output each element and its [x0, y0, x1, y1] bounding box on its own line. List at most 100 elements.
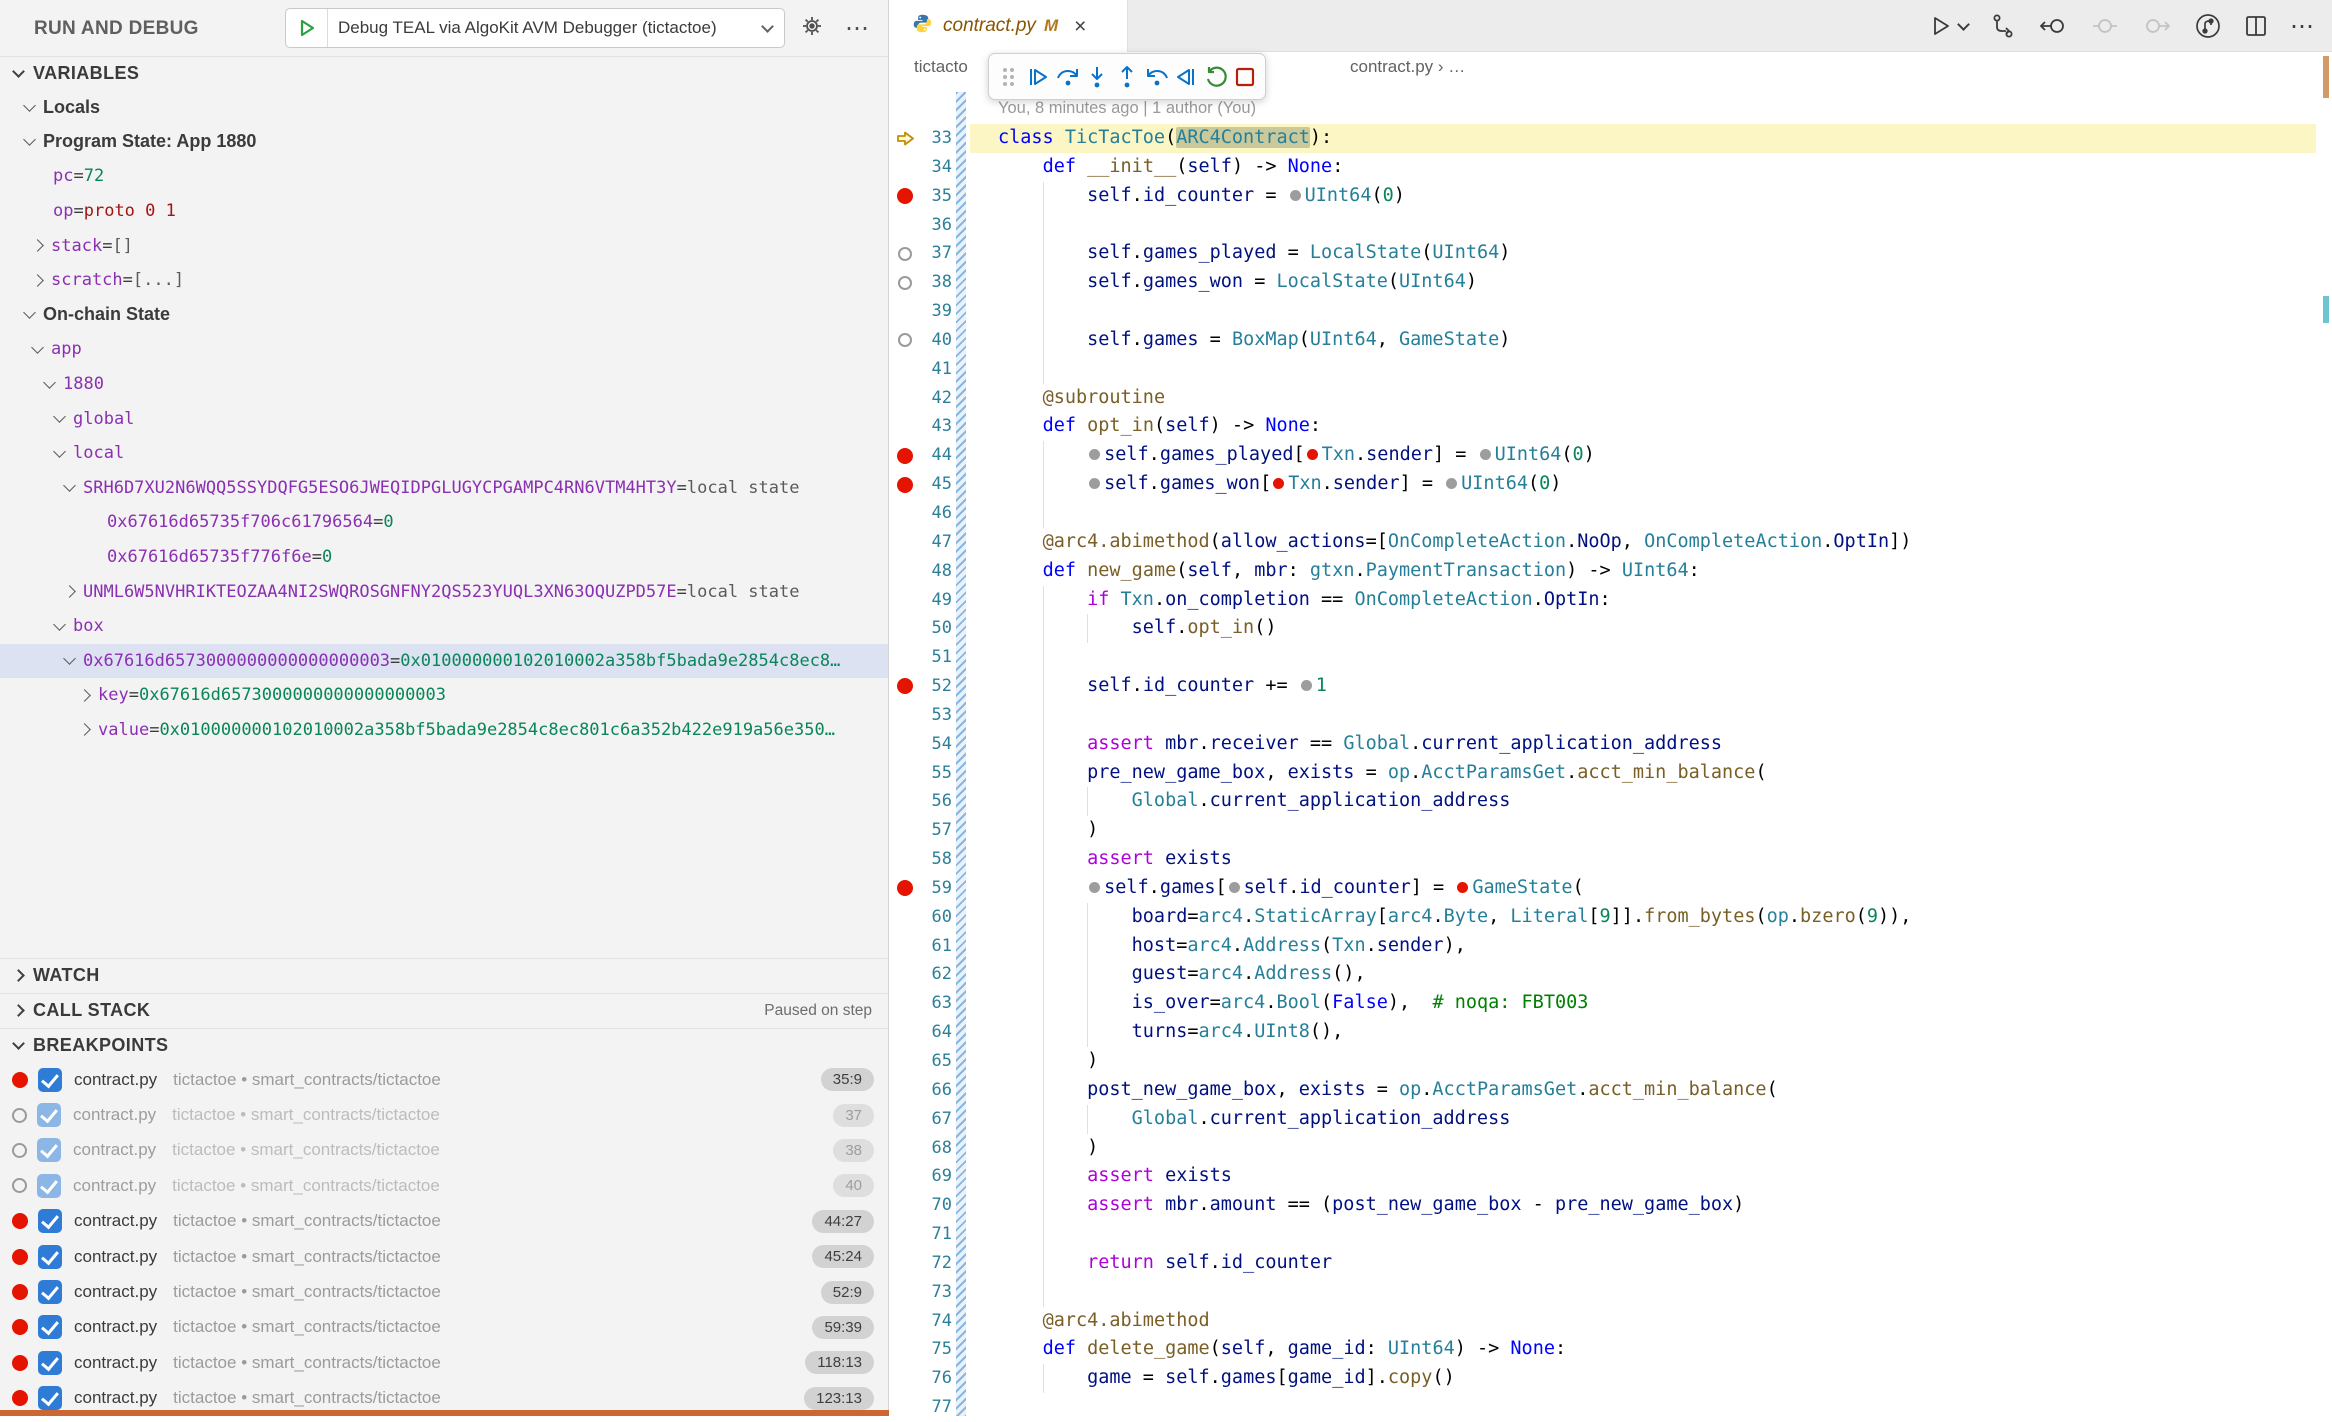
tree-row[interactable]: SRH6D7XU2N6WQQ5SSYDQFG5ESO6JWEQIDPGLUGYC… [0, 471, 888, 506]
current-frame-arrow-icon[interactable] [894, 124, 916, 153]
code-line[interactable]: 52 self.id_counter += 1 [890, 672, 2332, 701]
continue-button[interactable] [1025, 58, 1053, 96]
code-line[interactable]: 59 self.games[self.id_counter] = GameSta… [890, 874, 2332, 903]
code-line[interactable]: 50 self.opt_in() [890, 614, 2332, 643]
breakpoint-row[interactable]: contract.pytictactoe • smart_contracts/t… [0, 1133, 888, 1168]
breadcrumb-folder[interactable]: tictacto [914, 57, 968, 77]
code-line[interactable]: 75 def delete_game(self, game_id: UInt64… [890, 1335, 2332, 1364]
run-button[interactable] [1929, 14, 1968, 38]
code-line[interactable]: 37 self.games_played = LocalState(UInt64… [890, 239, 2332, 268]
tree-row[interactable]: pc = 72 [0, 159, 888, 194]
code-line[interactable]: 47 @arc4.abimethod(allow_actions=[OnComp… [890, 528, 2332, 557]
tree-row[interactable]: box [0, 609, 888, 644]
run-dropdown-icon[interactable] [1957, 18, 1970, 31]
code-line[interactable]: 43 def opt_in(self) -> None: [890, 412, 2332, 441]
open-changes-previous-icon[interactable] [2038, 14, 2068, 38]
tree-row[interactable]: global [0, 401, 888, 436]
stop-button[interactable] [1232, 58, 1260, 96]
tree-row[interactable]: scratch = [...] [0, 263, 888, 298]
breakpoint-checkbox[interactable] [38, 1351, 62, 1375]
tree-row[interactable]: value = 0x010000000102010002a358bf5bada9… [0, 713, 888, 748]
more-actions-icon[interactable]: ⋯ [2290, 12, 2314, 41]
breakpoint-checkbox[interactable] [38, 1280, 62, 1304]
restart-button[interactable] [1202, 58, 1230, 96]
breakpoint-row[interactable]: contract.pytictactoe • smart_contracts/t… [0, 1239, 888, 1274]
split-editor-icon[interactable] [2244, 14, 2268, 38]
step-over-button[interactable] [1054, 58, 1082, 96]
code-line[interactable]: 65 ) [890, 1047, 2332, 1076]
tab-contract-py[interactable]: contract.py M × [890, 0, 1128, 52]
code-line[interactable]: 64 turns=arc4.UInt8(), [890, 1018, 2332, 1047]
step-back-button[interactable] [1143, 58, 1171, 96]
tree-row[interactable]: 1880 [0, 367, 888, 402]
tree-row[interactable]: UNML6W5NVHRIKTEOZAA4NI2SWQROSGNFNY2QS523… [0, 574, 888, 609]
inline-breakpoint-candidate-icon[interactable] [1446, 478, 1457, 489]
code-line[interactable]: 58 assert exists [890, 845, 2332, 874]
breakpoint-icon[interactable] [894, 470, 916, 499]
code-line[interactable]: 66 post_new_game_box, exists = op.AcctPa… [890, 1076, 2332, 1105]
tree-row[interactable]: Program State: App 1880 [0, 125, 888, 160]
start-debug-icon[interactable] [286, 9, 328, 47]
code-line[interactable]: 41 [890, 355, 2332, 384]
watch-section-header[interactable]: WATCH [0, 958, 888, 992]
breakpoint-row[interactable]: contract.pytictactoe • smart_contracts/t… [0, 1274, 888, 1309]
code-line[interactable]: 74 @arc4.abimethod [890, 1307, 2332, 1336]
step-into-button[interactable] [1084, 58, 1112, 96]
inline-breakpoint-candidate-icon[interactable] [1089, 449, 1100, 460]
tree-row[interactable]: stack = [] [0, 228, 888, 263]
code-line[interactable]: 63 is_over=arc4.Bool(False), # noqa: FBT… [890, 989, 2332, 1018]
breakpoint-checkbox[interactable] [37, 1174, 61, 1198]
tree-row[interactable]: 0x67616d65735f706c61796564 = 0 [0, 505, 888, 540]
code-line[interactable]: 61 host=arc4.Address(Txn.sender), [890, 932, 2332, 961]
breakpoint-icon[interactable] [894, 874, 916, 903]
breakpoint-checkbox[interactable] [38, 1068, 62, 1092]
inline-breakpoint-candidate-icon[interactable] [1229, 882, 1240, 893]
code-line[interactable]: 68 ) [890, 1134, 2332, 1163]
breakpoint-disabled-icon[interactable] [894, 326, 916, 355]
breakpoint-disabled-icon[interactable] [894, 268, 916, 297]
launch-config-dropdown[interactable]: Debug TEAL via AlgoKit AVM Debugger (tic… [285, 8, 785, 48]
code-line[interactable]: 48 def new_game(self, mbr: gtxn.PaymentT… [890, 557, 2332, 586]
code-line[interactable]: 54 assert mbr.receiver == Global.current… [890, 730, 2332, 759]
code-line[interactable]: 55 pre_new_game_box, exists = op.AcctPar… [890, 759, 2332, 788]
code-line[interactable]: 39 [890, 297, 2332, 326]
breakpoint-icon[interactable] [894, 441, 916, 470]
code-editor[interactable]: 33class TicTacToe(ARC4Contract):34 def _… [890, 124, 2332, 1422]
code-line[interactable]: 62 guest=arc4.Address(), [890, 960, 2332, 989]
code-line[interactable]: 34 def __init__(self) -> None: [890, 153, 2332, 182]
tree-row[interactable]: On-chain State [0, 298, 888, 333]
code-line[interactable]: 35 self.id_counter = UInt64(0) [890, 182, 2332, 211]
code-line[interactable]: 40 self.games = BoxMap(UInt64, GameState… [890, 326, 2332, 355]
code-line[interactable]: 73 [890, 1278, 2332, 1307]
breakpoint-icon[interactable] [894, 672, 916, 701]
tree-row[interactable]: op = proto 0 1 [0, 194, 888, 229]
inline-breakpoint-candidate-icon[interactable] [1301, 680, 1312, 691]
inline-breakpoint-candidate-icon[interactable] [1290, 190, 1301, 201]
code-line[interactable]: 49 if Txn.on_completion == OnCompleteAct… [890, 586, 2332, 615]
code-line[interactable]: 44 self.games_played[Txn.sender] = UInt6… [890, 441, 2332, 470]
code-line[interactable]: 72 return self.id_counter [890, 1249, 2332, 1278]
breakpoint-row[interactable]: contract.pytictactoe • smart_contracts/t… [0, 1310, 888, 1345]
tree-row[interactable]: app [0, 332, 888, 367]
breakpoint-checkbox[interactable] [38, 1209, 62, 1233]
breakpoint-checkbox[interactable] [37, 1138, 61, 1162]
git-graph-icon[interactable] [1990, 13, 2016, 39]
breakpoint-icon[interactable] [894, 182, 916, 211]
code-line[interactable]: 67 Global.current_application_address [890, 1105, 2332, 1134]
gitlens-graph-icon[interactable] [2194, 12, 2222, 40]
inline-breakpoint-candidate-icon[interactable] [1480, 449, 1491, 460]
drag-handle[interactable] [995, 58, 1023, 96]
code-line[interactable]: 76 game = self.games[game_id].copy() [890, 1364, 2332, 1393]
more-actions-icon[interactable]: ⋯ [845, 14, 870, 43]
code-line[interactable]: 70 assert mbr.amount == (post_new_game_b… [890, 1191, 2332, 1220]
code-line[interactable]: 69 assert exists [890, 1162, 2332, 1191]
code-line[interactable]: 71 [890, 1220, 2332, 1249]
tree-row[interactable]: 0x67616d6573000000000000000003 = 0x01000… [0, 644, 888, 679]
breakpoint-checkbox[interactable] [37, 1103, 61, 1127]
tree-row[interactable]: Locals [0, 90, 888, 125]
inline-breakpoint-candidate-icon[interactable] [1089, 882, 1100, 893]
inline-breakpoint-icon[interactable] [1273, 478, 1284, 489]
breakpoint-row[interactable]: contract.pytictactoe • smart_contracts/t… [0, 1168, 888, 1203]
breakpoint-row[interactable]: contract.pytictactoe • smart_contracts/t… [0, 1204, 888, 1239]
step-out-button[interactable] [1113, 58, 1141, 96]
